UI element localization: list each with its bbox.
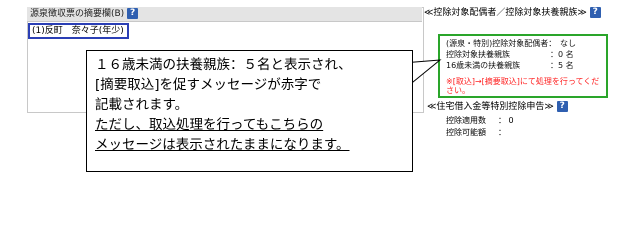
dependents-row: 控除対象扶養親族 ：0 名 <box>446 50 574 60</box>
dependents-section-title: ≪控除対象配偶者／控除対象扶養親族≫ ? <box>424 6 601 20</box>
import-warning-message: ※[取込]→[摘要取込]にて処理を行ってください。 <box>446 77 600 95</box>
dependents-summary-box: (源泉・特別)控除対象配偶者： なし 控除対象扶養親族 ：0 名 16歳未満の扶… <box>438 34 608 98</box>
dependents-section-title-text: ≪控除対象配偶者／控除対象扶養親族≫ <box>424 8 587 18</box>
under16-value: ：5 名 <box>550 61 574 70</box>
annotation-callout: １６歳未満の扶養親族：５名と表示され、 [摘要取込]を促すメッセージが赤字で 記… <box>86 50 413 172</box>
housing-loan-title-text: ≪住宅借入金等特別控除申告≫ <box>427 102 554 112</box>
loan-deductible-amount-label: 控除可能額 <box>446 128 486 137</box>
loan-applied-count-value: ： 0 <box>498 116 514 125</box>
loan-applied-count-label: 控除適用数 <box>446 116 486 125</box>
summary-panel-title: 源泉徴収票の摘要欄(B) <box>30 9 125 19</box>
dependents-value: ：0 名 <box>550 50 574 59</box>
spouse-label: (源泉・特別)控除対象配偶者： <box>446 39 557 48</box>
callout-line-5: メッセージは表示されたままになります。 <box>95 137 350 153</box>
dependents-label: 控除対象扶養親族 <box>446 50 510 59</box>
loan-applied-count-row: 控除適用数 ： 0 <box>446 116 514 126</box>
summary-entry-field[interactable]: (1)反町 奈々子(年少) <box>28 23 129 39</box>
loan-deductible-amount-row: 控除可能額 ： <box>446 128 506 138</box>
under16-row: 16歳未満の扶養親族 ：5 名 <box>446 61 574 71</box>
spouse-value: なし <box>560 39 576 48</box>
callout-line-1: １６歳未満の扶養親族：５名と表示され、 <box>95 57 352 73</box>
help-icon[interactable]: ? <box>127 8 139 19</box>
spouse-row: (源泉・特別)控除対象配偶者： なし <box>446 39 576 49</box>
help-icon[interactable]: ? <box>556 101 568 112</box>
loan-deductible-amount-value: ： <box>498 128 506 137</box>
callout-line-4: ただし、取込処理を行ってもこちらの <box>95 117 324 133</box>
housing-loan-section-title: ≪住宅借入金等特別控除申告≫ ? <box>427 101 568 114</box>
under16-label: 16歳未満の扶養親族 <box>446 61 521 70</box>
summary-panel-header: 源泉徴収票の摘要欄(B) ? <box>27 7 422 22</box>
callout-line-3: 記載されます。 <box>95 97 189 113</box>
callout-line-2: [摘要取込]を促すメッセージが赤字で <box>95 77 322 93</box>
help-icon[interactable]: ? <box>589 7 601 18</box>
